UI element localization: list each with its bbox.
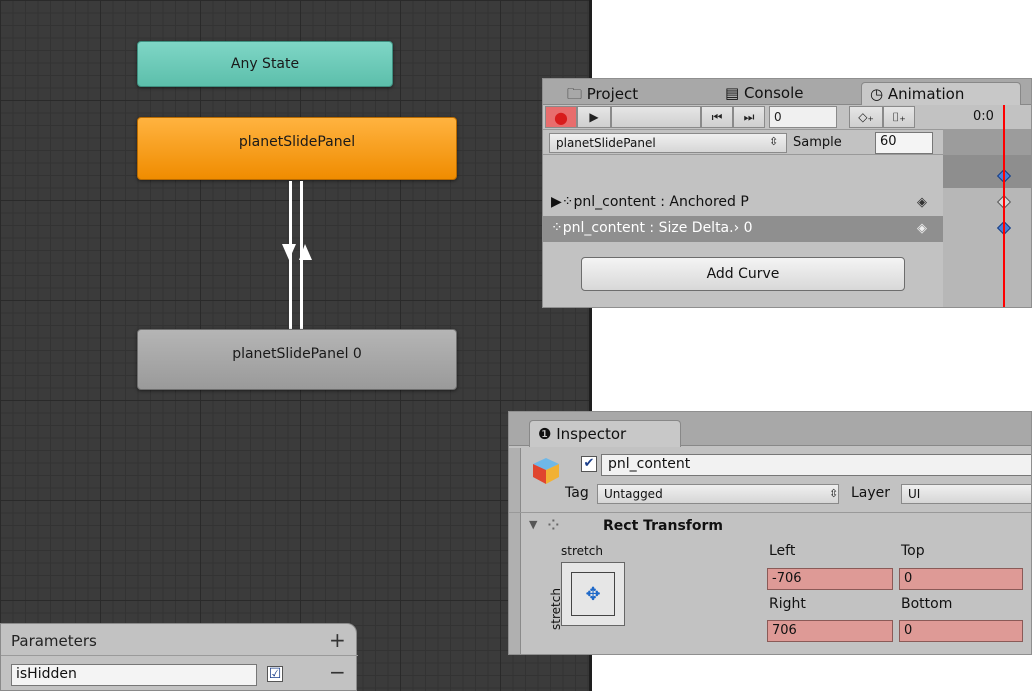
toolbar-spacer: [611, 106, 701, 128]
collapse-arrow-icon[interactable]: ▼: [529, 518, 537, 531]
component-title: Rect Transform: [603, 518, 724, 534]
tab-console[interactable]: ▤ Console: [717, 82, 812, 105]
object-name-field[interactable]: pnl_content: [601, 454, 1031, 476]
top-field[interactable]: 0: [899, 568, 1023, 590]
property-key-icon[interactable]: ◈: [917, 195, 927, 210]
play-button[interactable]: ▶: [577, 106, 611, 128]
parameters-header: Parameters: [1, 624, 358, 656]
frame-input[interactable]: 0: [769, 106, 837, 128]
animation-window: 🗀 Project ▤ Console ◷ Animation ● ▶ ⏮ ⏭ …: [542, 78, 1032, 308]
property-row[interactable]: ▶⁘pnl_content : Anchored P: [543, 190, 943, 216]
active-checkbox[interactable]: ✔: [581, 456, 597, 472]
inspector-left-strip: [509, 448, 521, 654]
remove-parameter-button[interactable]: −: [329, 660, 346, 684]
parameter-bool-checkbox[interactable]: ☑: [267, 666, 283, 682]
tab-animation[interactable]: ◷ Animation: [861, 82, 1021, 105]
default-state-label: planetSlidePanel: [238, 134, 356, 150]
sample-label: Sample: [793, 135, 842, 150]
any-state-node[interactable]: Any State: [137, 41, 393, 87]
clip-dropdown-arrow-icon: ⇳: [769, 135, 779, 148]
top-label: Top: [901, 543, 925, 559]
add-event-button[interactable]: ⌷₊: [883, 106, 915, 128]
tab-inspector[interactable]: ❶ Inspector: [529, 420, 681, 447]
animator-graph[interactable]: Any State planetSlidePanel planetSlidePa…: [0, 0, 592, 691]
tag-label: Tag: [565, 485, 589, 501]
left-field[interactable]: -706: [767, 568, 893, 590]
right-label: Right: [769, 596, 806, 612]
timeline-timecode: 0:0: [973, 109, 994, 124]
anchor-horizontal-label: stretch: [561, 544, 603, 558]
transition-arrows-icon: [282, 244, 312, 260]
inspector-window: ❶ Inspector ✔ pnl_content Tag Untagged ⇳…: [508, 411, 1032, 655]
property-row-selected[interactable]: ⁘pnl_content : Size Delta.› 0: [543, 216, 943, 242]
property-key-icon[interactable]: ◈: [917, 221, 927, 236]
record-button[interactable]: ●: [545, 106, 577, 128]
gameobject-cube-icon: [533, 458, 559, 484]
tag-dropdown-arrow-icon: ⇳: [829, 487, 839, 500]
state-node[interactable]: planetSlidePanel 0: [137, 329, 457, 390]
state-label: planetSlidePanel 0: [232, 346, 362, 362]
left-label: Left: [769, 543, 796, 559]
layer-label: Layer: [851, 485, 891, 501]
clip-dropdown[interactable]: planetSlidePanel: [549, 133, 787, 153]
timeline-ruler[interactable]: [943, 129, 1031, 155]
timeline-summary-row[interactable]: [943, 155, 1031, 188]
any-state-label: Any State: [230, 56, 300, 72]
default-state-node[interactable]: planetSlidePanel: [137, 117, 457, 180]
anchor-move-icon: ✥: [571, 572, 615, 616]
sample-rate-input[interactable]: 60: [875, 132, 933, 154]
parameters-panel: Parameters + isHidden ☑ −: [0, 623, 358, 691]
add-curve-button[interactable]: Add Curve: [581, 257, 905, 291]
add-parameter-button[interactable]: +: [329, 628, 346, 652]
bottom-label: Bottom: [901, 596, 953, 612]
prev-keyframe-button[interactable]: ⏮: [701, 106, 733, 128]
rect-transform-header[interactable]: [509, 512, 1031, 540]
parameter-name-field[interactable]: isHidden: [11, 664, 257, 686]
add-keyframe-button[interactable]: ◇₊: [849, 106, 883, 128]
layer-dropdown[interactable]: UI: [901, 484, 1031, 504]
rect-transform-icon: ⁘: [545, 513, 562, 537]
right-field[interactable]: 706: [767, 620, 893, 642]
bottom-field[interactable]: 0: [899, 620, 1023, 642]
playhead-line[interactable]: [1003, 105, 1005, 307]
tab-project[interactable]: 🗀 Project: [559, 82, 646, 105]
next-keyframe-button[interactable]: ⏭: [733, 106, 765, 128]
tag-dropdown[interactable]: Untagged: [597, 484, 839, 504]
